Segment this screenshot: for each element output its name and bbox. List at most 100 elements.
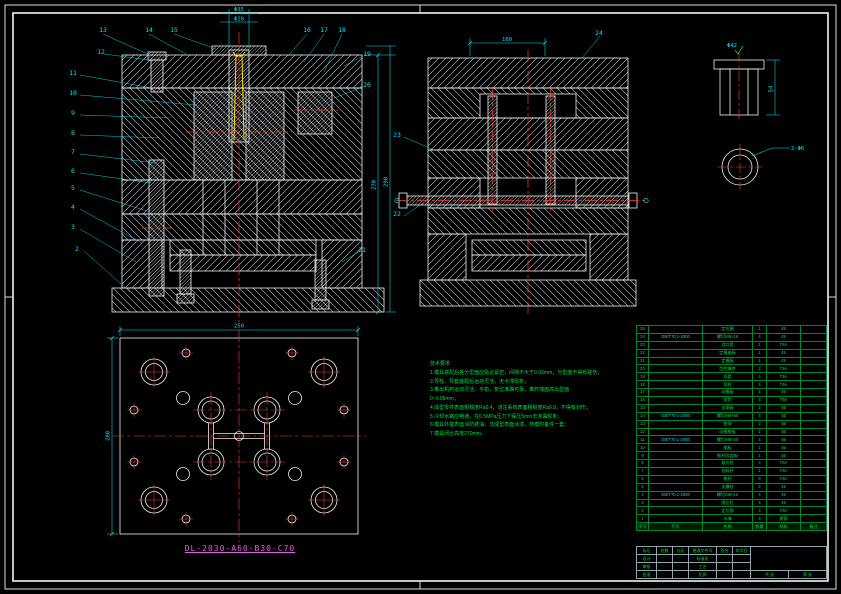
bom-cell-qty: 1 xyxy=(752,427,767,437)
bom-cell-code xyxy=(648,514,703,524)
bom-cell-note xyxy=(800,443,827,453)
dim-text: 250 xyxy=(234,324,244,330)
bom-cell-name: 推杆固定板 xyxy=(702,451,753,461)
dim-text: 160 xyxy=(502,37,512,43)
bom-row: 13 垫块 2 45 xyxy=(636,419,827,429)
bom-cell-qty: 8 xyxy=(752,474,767,484)
bom-cell-code xyxy=(648,388,703,398)
bom-cell-note xyxy=(800,364,827,374)
bom-header-cell: 序号 xyxy=(636,522,649,532)
bom-cell-name: 导套 xyxy=(702,372,753,382)
bom-cell-name: 水嘴 xyxy=(702,514,753,524)
bom-cell-mat: 45 xyxy=(766,403,801,413)
bom-cell-qty: 1 xyxy=(752,451,767,461)
bom-cell-note xyxy=(800,467,827,476)
bom-row: 20 型腔镶件 2 T8A xyxy=(636,364,827,374)
bom-cell-mat: 45 xyxy=(766,419,801,429)
bom-cell-code xyxy=(648,467,703,476)
part-callout: 23 xyxy=(393,131,401,139)
bom-cell-qty: 4 xyxy=(752,506,767,516)
note-line: 0~0.05mm； xyxy=(430,396,459,402)
bom-row: 16 型芯 4 T8A xyxy=(636,396,827,405)
bom-cell-code: GB/T70.1-2000 xyxy=(648,490,703,500)
bom-cell-mat: 45 xyxy=(766,388,801,398)
bom-cell-code: GB/T70.1-2000 xyxy=(648,332,703,342)
bom-cell-qty: 1 xyxy=(752,443,767,453)
tb-label: 标准化 xyxy=(688,554,717,563)
bom-header-row: 序号 代号 名称 数量 材料 备注 xyxy=(636,522,827,532)
bom-header-cell: 代号 xyxy=(648,522,703,532)
bom-cell-mat: T8A xyxy=(766,372,801,382)
bom-cell-note xyxy=(800,372,827,382)
bom-cell-mat: 45 xyxy=(766,332,801,342)
bom-cell-mat: T8A xyxy=(766,467,801,476)
tb-name-cell xyxy=(750,546,827,571)
bom-row: 8 复位杆 4 T8A xyxy=(636,459,827,469)
bom-cell-code xyxy=(648,403,703,413)
part-callout: 2 xyxy=(75,245,79,253)
bom-cell-name: 螺钉M6×12 xyxy=(702,490,753,500)
bom-cell-note xyxy=(800,482,827,492)
bom-cell-qty: 4 xyxy=(752,459,767,469)
bom-cell-code xyxy=(648,451,703,461)
dim-text: Φ42 xyxy=(727,43,737,49)
part-callout: 4 xyxy=(71,203,75,211)
bom-cell-no: 7 xyxy=(636,467,649,476)
bom-cell-no: 23 xyxy=(636,340,649,350)
part-callout: 24 xyxy=(595,29,603,37)
bom-cell-no: 22 xyxy=(636,348,649,358)
bom-cell-qty: 1 xyxy=(752,403,767,413)
bom-cell-mat: T8A xyxy=(766,364,801,374)
bom-cell-no: 21 xyxy=(636,356,649,366)
bom-cell-qty: 4 xyxy=(752,372,767,382)
bom-cell-name: 推杆 xyxy=(702,474,753,484)
bom-cell-code xyxy=(648,443,703,453)
bom-cell-note xyxy=(800,490,827,500)
bom-cell-mat: 45 xyxy=(766,325,801,334)
bom-row: 6 推杆 8 T8A xyxy=(636,474,827,484)
bom-cell-code: GB/T70.1-2000 xyxy=(648,411,703,421)
bom-cell-note xyxy=(800,348,827,358)
small-view-centerlines xyxy=(717,52,763,190)
bom-cell-qty: 4 xyxy=(752,498,767,508)
tb-label: 签名 xyxy=(716,546,733,555)
bom-cell-name: 型腔镶件 xyxy=(702,364,753,374)
bom-body: 25 定位圈 1 45 24 GB/T70.1-2000 螺钉M6×16 4 45 23 浇口套 1 T… xyxy=(636,325,827,532)
bom-cell-note xyxy=(800,340,827,350)
bushing-side-view xyxy=(713,59,765,116)
bom-cell-note xyxy=(800,435,827,445)
dim-text: 2-Φ6 xyxy=(791,146,804,152)
bom-cell-qty: 1 xyxy=(752,325,767,334)
bom-row: 7 拉料杆 1 T8A xyxy=(636,467,827,476)
bom-header-cell: 备注 xyxy=(800,522,827,532)
bom-cell-code xyxy=(648,427,703,437)
note-line: 5.冷却水路应畅通，在0.5MPa压力下保压5min无渗漏现象； xyxy=(430,413,563,420)
bom-cell-mat: 45 xyxy=(766,451,801,461)
part-callout: 22 xyxy=(393,210,401,218)
bom-cell-name: 定模座板 xyxy=(702,348,753,358)
bom-cell-note xyxy=(800,380,827,390)
part-callout: 7 xyxy=(71,148,75,156)
bom-cell-no: 16 xyxy=(636,396,649,405)
bom-cell-name: 支承板 xyxy=(702,403,753,413)
tb-label: 分区 xyxy=(672,546,689,555)
plan-centerlines xyxy=(112,330,366,542)
tb-label: 年月日 xyxy=(732,546,751,555)
bom-cell-no: 10 xyxy=(636,443,649,453)
tb-label: 批准 xyxy=(636,570,657,579)
bom-cell-qty: 2 xyxy=(752,419,767,429)
bom-cell-name: 支撑柱 xyxy=(702,482,753,492)
bom-cell-no: 20 xyxy=(636,364,649,374)
bom-cell-qty: 4 xyxy=(752,332,767,342)
part-callout: 9 xyxy=(71,109,75,117)
tb-label: 共 张 xyxy=(750,570,789,579)
bom-row: 9 推杆固定板 1 45 xyxy=(636,451,827,461)
bom-cell-no: 13 xyxy=(636,419,649,429)
bom-cell-mat: 45 xyxy=(766,435,801,445)
bom-cell-mat: T8A xyxy=(766,380,801,390)
bom-row: 1 水嘴 4 黄铜 xyxy=(636,514,827,524)
bom-row: 19 导套 4 T8A xyxy=(636,372,827,382)
part-callout: 18 xyxy=(338,26,346,34)
part-callout: 6 xyxy=(71,167,75,175)
bom-cell-name: 螺钉M8×80 xyxy=(702,411,753,421)
